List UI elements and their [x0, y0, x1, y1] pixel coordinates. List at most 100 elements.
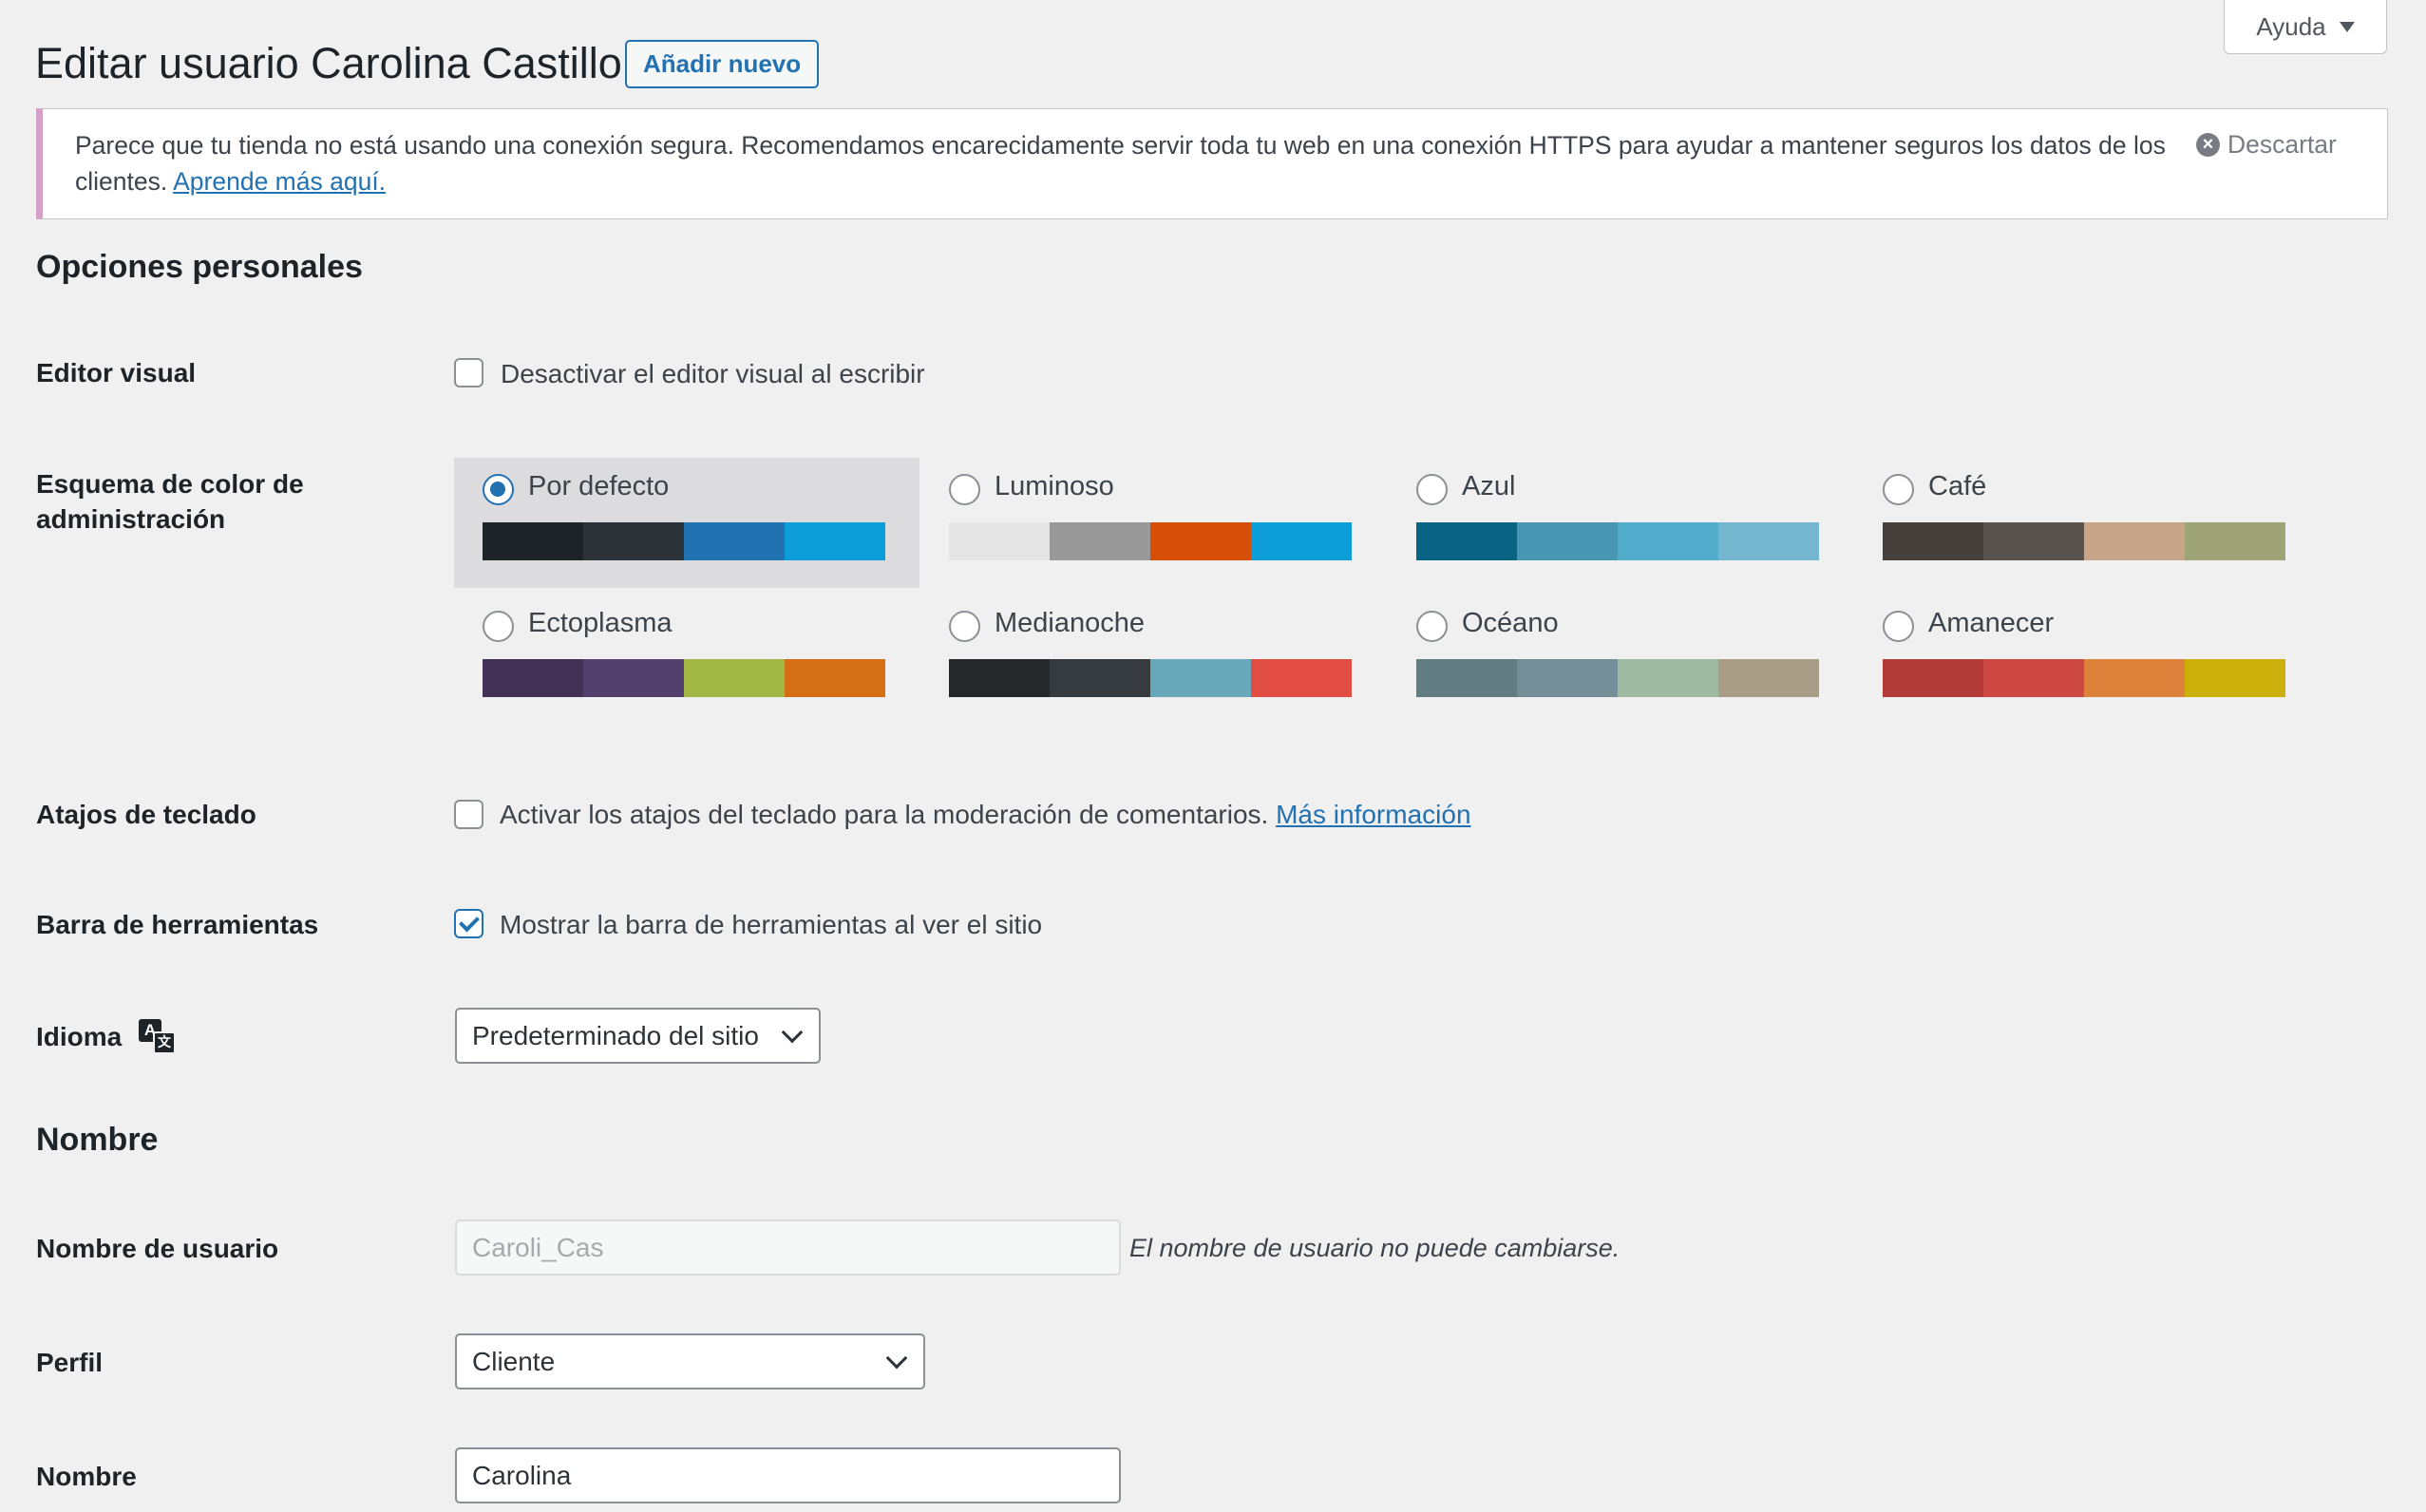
color-swatch — [1517, 659, 1618, 697]
color-scheme-option[interactable]: Luminoso — [920, 458, 1386, 588]
keyboard-shortcuts-text: Activar los atajos del teclado para la m… — [500, 797, 1471, 832]
section-heading-name: Nombre — [36, 1122, 159, 1158]
color-swatch — [483, 659, 583, 697]
dismiss-button[interactable]: × Descartar — [2196, 130, 2337, 160]
color-swatch — [583, 659, 684, 697]
dismiss-icon: × — [2196, 133, 2220, 157]
color-scheme-option[interactable]: Océano — [1388, 595, 1853, 725]
username-input: Caroli_Cas — [455, 1219, 1121, 1276]
language-label: Idioma — [36, 1022, 123, 1051]
color-swatch — [1251, 522, 1352, 560]
color-scheme-radio[interactable] — [1883, 474, 1914, 505]
visual-editor-checkbox[interactable] — [454, 358, 483, 387]
color-swatch — [1983, 659, 2084, 697]
color-scheme-radio[interactable] — [949, 611, 980, 642]
color-scheme-name: Océano — [1462, 608, 1559, 638]
color-swatch — [583, 522, 684, 560]
help-tab-button[interactable]: Ayuda — [2224, 0, 2387, 54]
keyboard-shortcuts-label: Atajos de teclado — [36, 800, 256, 829]
keyboard-shortcuts-checkbox[interactable] — [454, 800, 483, 829]
visual-editor-label: Editor visual — [36, 358, 197, 387]
role-select-value: Cliente — [472, 1346, 556, 1376]
color-swatch — [2185, 522, 2285, 560]
color-swatch — [949, 659, 1050, 697]
color-swatch — [1618, 659, 1718, 697]
translation-icon: A 文 — [139, 1019, 177, 1054]
visual-editor-checkbox-label: Desactivar el editor visual al escribir — [501, 359, 925, 388]
color-scheme-name: Luminoso — [995, 471, 1114, 501]
color-scheme-option[interactable]: Ectoplasma — [454, 595, 919, 725]
color-swatch — [1718, 522, 1819, 560]
color-scheme-name: Ectoplasma — [528, 608, 673, 638]
first-name-label: Nombre — [36, 1462, 137, 1491]
color-swatch — [2084, 659, 2185, 697]
page-title: Editar usuario Carolina Castillo — [35, 39, 622, 87]
color-scheme-name: Por defecto — [528, 471, 670, 501]
username-value: Caroli_Cas — [472, 1232, 604, 1262]
username-label: Nombre de usuario — [36, 1234, 279, 1263]
color-scheme-option[interactable]: Azul — [1388, 458, 1853, 588]
color-swatch — [684, 522, 785, 560]
keyboard-shortcuts-checkbox-label: Activar los atajos del teclado para la m… — [500, 800, 1269, 829]
add-new-button[interactable]: Añadir nuevo — [625, 40, 820, 88]
color-scheme-label: Esquema de color de administración — [36, 469, 304, 534]
color-swatch — [1416, 659, 1517, 697]
language-label-row: Idioma A 文 — [36, 1019, 177, 1054]
dismiss-label: Descartar — [2227, 130, 2337, 159]
color-scheme-swatches — [949, 659, 1352, 697]
color-scheme-radio[interactable] — [1416, 611, 1448, 642]
https-notice: Parece que tu tienda no está usando una … — [36, 108, 2388, 219]
color-scheme-swatches — [483, 522, 885, 560]
first-name-input[interactable]: Carolina — [455, 1447, 1121, 1503]
username-description: El nombre de usuario no puede cambiarse. — [1129, 1234, 1620, 1262]
color-scheme-option[interactable]: Café — [1854, 458, 2320, 588]
color-scheme-radio[interactable] — [483, 611, 514, 642]
notice-message: Parece que tu tienda no está usando una … — [75, 131, 2166, 196]
color-swatch — [1517, 522, 1618, 560]
toolbar-checkbox[interactable] — [454, 909, 483, 938]
color-scheme-name: Café — [1928, 471, 1987, 501]
color-swatch — [949, 522, 1050, 560]
color-scheme-swatches — [1883, 659, 2285, 697]
color-scheme-radio[interactable] — [483, 474, 514, 505]
role-select[interactable]: Cliente — [455, 1333, 925, 1389]
color-swatch — [2185, 659, 2285, 697]
more-info-link[interactable]: Más información — [1276, 800, 1470, 829]
language-select-value: Predeterminado del sitio — [472, 1020, 759, 1050]
color-swatch — [1050, 659, 1150, 697]
color-scheme-swatches — [949, 522, 1352, 560]
language-select[interactable]: Predeterminado del sitio — [455, 1008, 821, 1064]
first-name-value: Carolina — [472, 1460, 572, 1490]
color-scheme-radio[interactable] — [1883, 611, 1914, 642]
color-swatch — [785, 659, 885, 697]
notice-text-block: Parece que tu tienda no está usando una … — [75, 127, 2203, 199]
color-swatch — [1883, 659, 1983, 697]
color-swatch — [1251, 659, 1352, 697]
toolbar-checkbox-label: Mostrar la barra de herramientas al ver … — [500, 910, 1043, 939]
color-swatch — [2084, 522, 2185, 560]
chevron-down-icon — [885, 1347, 908, 1370]
color-scheme-radio[interactable] — [949, 474, 980, 505]
color-swatch — [1050, 522, 1150, 560]
role-label: Perfil — [36, 1348, 104, 1377]
color-scheme-name: Azul — [1462, 471, 1516, 501]
color-scheme-option[interactable]: Amanecer — [1854, 595, 2320, 725]
color-swatch — [1150, 522, 1251, 560]
section-heading-personal: Opciones personales — [36, 249, 363, 285]
color-swatch — [1416, 522, 1517, 560]
chevron-down-icon — [781, 1021, 804, 1044]
color-scheme-swatches — [1416, 659, 1819, 697]
color-scheme-name: Medianoche — [995, 608, 1145, 638]
color-swatch — [1718, 659, 1819, 697]
caret-down-icon — [2339, 21, 2355, 32]
color-swatch — [785, 522, 885, 560]
color-scheme-option[interactable]: Por defecto — [454, 458, 919, 588]
color-scheme-radio[interactable] — [1416, 474, 1448, 505]
color-swatch — [684, 659, 785, 697]
color-scheme-option[interactable]: Medianoche — [920, 595, 1386, 725]
color-scheme-swatches — [483, 659, 885, 697]
toolbar-label: Barra de herramientas — [36, 910, 319, 939]
help-tab-label: Ayuda — [2256, 11, 2326, 41]
notice-learn-more-link[interactable]: Aprende más aquí. — [173, 167, 386, 196]
color-scheme-name: Amanecer — [1928, 608, 2055, 638]
